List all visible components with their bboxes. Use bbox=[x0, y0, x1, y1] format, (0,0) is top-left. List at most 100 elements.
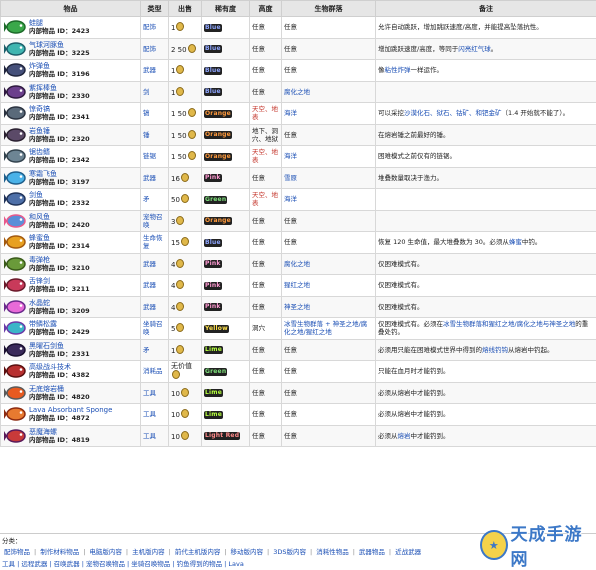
item-type[interactable]: 矛 bbox=[141, 339, 169, 361]
item-name-link[interactable]: 黑曜石剑鱼 bbox=[29, 342, 90, 350]
zephyr-fish-icon[interactable] bbox=[3, 211, 29, 230]
biome[interactable]: 腐化之地 bbox=[282, 81, 376, 103]
category-link[interactable]: 制作材料物品 bbox=[38, 548, 81, 556]
item-type[interactable]: 坐骑召唤 bbox=[141, 318, 169, 340]
obsidian-swordfish-icon[interactable] bbox=[3, 340, 29, 359]
bladetongue-icon[interactable] bbox=[3, 276, 29, 295]
note-link[interactable]: 蜂蜜 bbox=[509, 238, 522, 246]
category-link[interactable]: 主机版内容 bbox=[130, 548, 167, 556]
item-type[interactable]: 镐 bbox=[141, 103, 169, 125]
rarity-badge: Orange bbox=[204, 153, 232, 161]
header-rarity[interactable]: 稀有度 bbox=[202, 1, 250, 17]
rarity-cell: Green bbox=[202, 189, 250, 211]
header-note[interactable]: 备注 bbox=[376, 1, 596, 17]
biome[interactable]: 雪原 bbox=[282, 167, 376, 189]
toxikarp-icon[interactable] bbox=[3, 254, 29, 273]
rarity-cell: Lime bbox=[202, 382, 250, 404]
item-type[interactable]: 配饰 bbox=[141, 17, 169, 39]
rockfish-icon[interactable] bbox=[3, 125, 29, 144]
honeyfin-icon[interactable] bbox=[3, 233, 29, 252]
item-type[interactable]: 工具 bbox=[141, 404, 169, 426]
item-type[interactable]: 配饰 bbox=[141, 38, 169, 60]
biome[interactable]: 海洋 bbox=[282, 103, 376, 125]
item-type[interactable]: 工具 bbox=[141, 425, 169, 447]
item-type[interactable]: 武器 bbox=[141, 296, 169, 318]
category-link[interactable]: 武器物品 bbox=[357, 548, 387, 556]
item-type[interactable]: 剑 bbox=[141, 81, 169, 103]
frog-leg-icon[interactable] bbox=[3, 18, 29, 37]
category-link[interactable]: 消耗性物品 bbox=[314, 548, 351, 556]
rarity-badge: Pink bbox=[204, 174, 222, 182]
internal-id-value: 4820 bbox=[72, 393, 90, 401]
category-link[interactable]: 移动版内容 bbox=[229, 548, 266, 556]
internal-id-value: 2423 bbox=[72, 27, 90, 35]
depth: 任意 bbox=[250, 17, 282, 39]
demon-conch-icon[interactable] bbox=[3, 426, 29, 445]
item-type[interactable]: 工具 bbox=[141, 382, 169, 404]
bomb-fish-icon[interactable] bbox=[3, 61, 29, 80]
biome[interactable]: 海洋 bbox=[282, 146, 376, 168]
rarity-badge: Lime bbox=[204, 346, 223, 354]
item-type[interactable]: 锤 bbox=[141, 124, 169, 146]
biome[interactable]: 腐化之地 bbox=[282, 253, 376, 275]
item-name-link[interactable]: 寒霜飞鱼 bbox=[29, 170, 90, 178]
biome: 任意 bbox=[282, 361, 376, 383]
header-type[interactable]: 类型 bbox=[141, 1, 169, 17]
header-item[interactable]: 物品 bbox=[1, 1, 141, 17]
swordfish-icon[interactable] bbox=[3, 190, 29, 209]
lava-bucket-icon[interactable] bbox=[3, 383, 29, 402]
item-type[interactable]: 武器 bbox=[141, 167, 169, 189]
item-name-link[interactable]: 恶魔海螺 bbox=[29, 428, 90, 436]
category-link[interactable]: 配饰物品 bbox=[2, 548, 32, 556]
sell-price-cell: 1 bbox=[169, 339, 202, 361]
item-type[interactable]: 武器 bbox=[141, 253, 169, 275]
header-biome[interactable]: 生物群落 bbox=[282, 1, 376, 17]
biome[interactable]: 猩红之地 bbox=[282, 275, 376, 297]
balloon-fish-icon[interactable] bbox=[3, 39, 29, 58]
item-type[interactable]: 武器 bbox=[141, 60, 169, 82]
header-depth[interactable]: 高度 bbox=[250, 1, 282, 17]
note-link[interactable]: 冰雪生物群落和猩红之地/腐化之地与神圣之地 bbox=[443, 320, 575, 328]
purple-clubberfish-icon[interactable] bbox=[3, 82, 29, 101]
note-link[interactable]: 闪亮红气球 bbox=[458, 45, 491, 53]
item-type[interactable]: 武器 bbox=[141, 275, 169, 297]
item-name-link[interactable]: 岩鱼锤 bbox=[29, 127, 90, 135]
biome[interactable]: 海洋 bbox=[282, 189, 376, 211]
item-name-link[interactable]: 毒弹枪 bbox=[29, 256, 90, 264]
item-type[interactable]: 消耗品 bbox=[141, 361, 169, 383]
biome[interactable]: 神圣之地 bbox=[282, 296, 376, 318]
coin-icon bbox=[176, 259, 184, 268]
scaly-truffle-icon[interactable] bbox=[3, 319, 29, 338]
sawtooth-shark-icon[interactable] bbox=[3, 147, 29, 166]
item-type[interactable]: 宠物召唤 bbox=[141, 210, 169, 232]
lava-sponge-icon[interactable] bbox=[3, 405, 29, 424]
note-link[interactable]: 沙漠化石、狱石、钴矿、和钯金矿 bbox=[404, 109, 502, 117]
item-type[interactable]: 矛 bbox=[141, 189, 169, 211]
item-type[interactable]: 生命恢复 bbox=[141, 232, 169, 254]
item-name-link[interactable]: 气球河豚鱼 bbox=[29, 41, 90, 49]
note-link[interactable]: 熔线钓钩 bbox=[482, 346, 508, 354]
site-watermark: ★ 天成手游网 bbox=[480, 530, 592, 560]
category-link[interactable]: 前代主机版内容 bbox=[173, 548, 223, 556]
frost-daggerfish-icon[interactable] bbox=[3, 168, 29, 187]
category-link[interactable]: 近战武器 bbox=[393, 548, 423, 556]
crystal-serpent-icon[interactable] bbox=[3, 297, 29, 316]
item-name-link[interactable]: 无底熔岩桶 bbox=[29, 385, 90, 393]
note-link[interactable]: 粘性炸弹 bbox=[385, 66, 411, 74]
category-link[interactable]: 3DS版内容 bbox=[271, 548, 308, 556]
header-sell[interactable]: 出售 bbox=[169, 1, 202, 17]
note-cell: 允许自动跳跃，增加跳跃速度/高度，并能提高坠落抗性。 bbox=[376, 17, 596, 39]
item-type[interactable]: 链锯 bbox=[141, 146, 169, 168]
biome[interactable]: 冰雪生物群落 + 神圣之地/腐化之地/猩红之地 bbox=[282, 318, 376, 340]
reaver-shark-icon[interactable] bbox=[3, 104, 29, 123]
item-name-link[interactable]: 紫挥棒鱼 bbox=[29, 84, 90, 92]
coin-icon bbox=[181, 409, 189, 418]
item-name-link[interactable]: 和风鱼 bbox=[29, 213, 90, 221]
rarity-cell: Orange bbox=[202, 210, 250, 232]
combat-book-icon[interactable] bbox=[3, 362, 29, 381]
category-link[interactable]: 电脑版内容 bbox=[87, 548, 124, 556]
note-text: 可以采挖 bbox=[378, 109, 404, 117]
item-name-link[interactable]: 水晶蛇 bbox=[29, 299, 90, 307]
rarity-cell: Blue bbox=[202, 60, 250, 82]
note-link[interactable]: 熔岩 bbox=[398, 432, 411, 440]
